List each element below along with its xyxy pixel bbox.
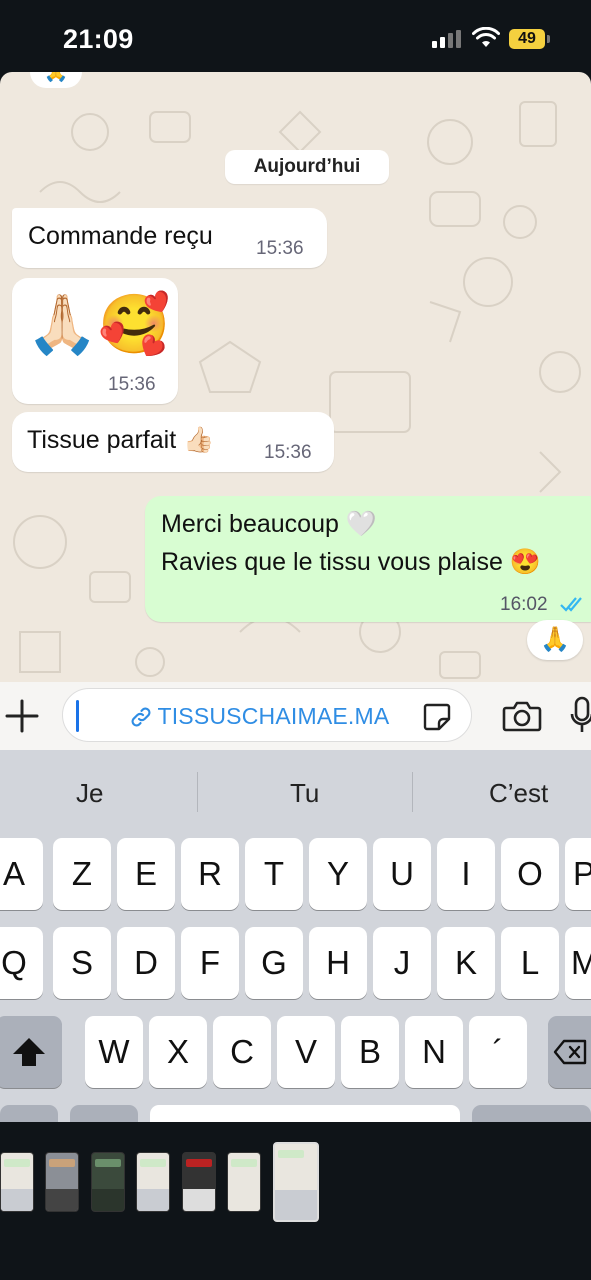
message-time: 15:36: [256, 238, 304, 259]
numbers-key[interactable]: [0, 1105, 58, 1122]
shift-icon: [13, 1038, 45, 1066]
link-text: TISSUSCHAIMAE.MA: [157, 703, 390, 729]
thumbnail[interactable]: [0, 1152, 34, 1212]
backspace-key[interactable]: [548, 1016, 591, 1088]
camera-icon[interactable]: [502, 700, 542, 732]
cellular-signal-icon: [432, 30, 462, 48]
battery-tip: [547, 35, 550, 43]
message-list[interactable]: 🙏 Aujourd’hui Commande reçu 15:36 🙏🏻🥰 15…: [0, 72, 591, 682]
return-key[interactable]: [472, 1105, 591, 1122]
key-x[interactable]: X: [149, 1016, 207, 1088]
message-incoming[interactable]: Tissue parfait 👍🏻 15:36: [12, 412, 334, 472]
message-text-line1: Merci beaucoup 🤍: [161, 510, 377, 538]
status-time: 21:09: [63, 24, 134, 54]
screenshot-thumbnail-strip: [0, 1122, 591, 1280]
key-g[interactable]: G: [245, 927, 303, 999]
message-input[interactable]: TISSUSCHAIMAE.MA: [62, 688, 472, 742]
thumbnail[interactable]: [227, 1152, 261, 1212]
backspace-icon: [553, 1039, 587, 1065]
key-i[interactable]: I: [437, 838, 495, 910]
microphone-icon[interactable]: [570, 696, 591, 736]
message-time: 16:02: [500, 594, 548, 615]
thumbnail[interactable]: [45, 1152, 79, 1212]
message-incoming-emoji[interactable]: 🙏🏻🥰 15:36: [12, 278, 178, 404]
message-incoming[interactable]: Commande reçu 15:36: [12, 208, 327, 268]
suggestion-divider: [197, 772, 198, 812]
space-key[interactable]: [150, 1105, 460, 1122]
key-u[interactable]: U: [373, 838, 431, 910]
key-v[interactable]: V: [277, 1016, 335, 1088]
sticker-icon[interactable]: [421, 701, 453, 733]
link-preview[interactable]: TISSUSCHAIMAE.MA: [129, 703, 389, 731]
suggestion-divider: [412, 772, 413, 812]
reaction-badge-top[interactable]: 🙏: [30, 72, 82, 88]
key-d[interactable]: D: [117, 927, 175, 999]
thumbnail[interactable]: [91, 1152, 125, 1212]
battery-level: 49: [509, 29, 545, 49]
key-h[interactable]: H: [309, 927, 367, 999]
key-b[interactable]: B: [341, 1016, 399, 1088]
shift-key[interactable]: [0, 1016, 62, 1088]
status-bar: 21:09 49: [0, 0, 591, 72]
thumbnail[interactable]: [182, 1152, 216, 1212]
key-n[interactable]: N: [405, 1016, 463, 1088]
key-c[interactable]: C: [213, 1016, 271, 1088]
key-a[interactable]: A: [0, 838, 43, 910]
key-o[interactable]: O: [501, 838, 559, 910]
plus-icon[interactable]: [4, 698, 40, 734]
key-r[interactable]: R: [181, 838, 239, 910]
chat-screen: 🙏 Aujourd’hui Commande reçu 15:36 🙏🏻🥰 15…: [0, 72, 591, 1122]
reaction-badge[interactable]: 🙏: [527, 620, 583, 660]
thumbnail-selected[interactable]: [273, 1142, 319, 1222]
key-z[interactable]: Z: [53, 838, 111, 910]
suggestion-3[interactable]: C’est: [489, 778, 548, 809]
message-emoji: 🙏🏻🥰: [26, 292, 171, 357]
suggestion-2[interactable]: Tu: [290, 778, 319, 809]
read-receipt-icon: [560, 597, 582, 612]
predictive-bar: Je Tu C’est: [0, 750, 591, 836]
text-caret: [76, 700, 79, 732]
key-w[interactable]: W: [85, 1016, 143, 1088]
key-p[interactable]: P: [565, 838, 591, 910]
key-f[interactable]: F: [181, 927, 239, 999]
key-k[interactable]: K: [437, 927, 495, 999]
message-outgoing[interactable]: Merci beaucoup 🤍 Ravies que le tissu vou…: [145, 496, 591, 622]
thumbnail[interactable]: [136, 1152, 170, 1212]
key-q[interactable]: Q: [0, 927, 43, 999]
message-text: Commande reçu: [28, 222, 213, 250]
link-icon: [131, 707, 151, 726]
date-separator: Aujourd’hui: [225, 150, 389, 184]
emoji-key[interactable]: [70, 1105, 138, 1122]
key-e[interactable]: E: [117, 838, 175, 910]
key-y[interactable]: Y: [309, 838, 367, 910]
message-text: Tissue parfait 👍🏻: [27, 426, 215, 454]
key-accent[interactable]: ´: [469, 1016, 527, 1088]
suggestion-1[interactable]: Je: [76, 778, 103, 809]
message-time: 15:36: [264, 442, 312, 463]
key-l[interactable]: L: [501, 927, 559, 999]
message-time: 15:36: [108, 374, 156, 395]
key-t[interactable]: T: [245, 838, 303, 910]
message-text-line2: Ravies que le tissu vous plaise 😍: [161, 548, 541, 576]
key-s[interactable]: S: [53, 927, 111, 999]
key-j[interactable]: J: [373, 927, 431, 999]
keyboard: Je Tu C’est A Z E R T Y U I O P Q S D F …: [0, 750, 591, 1122]
message-composer: TISSUSCHAIMAE.MA: [0, 682, 591, 750]
key-m[interactable]: M: [565, 927, 591, 999]
wifi-icon: [472, 27, 500, 47]
